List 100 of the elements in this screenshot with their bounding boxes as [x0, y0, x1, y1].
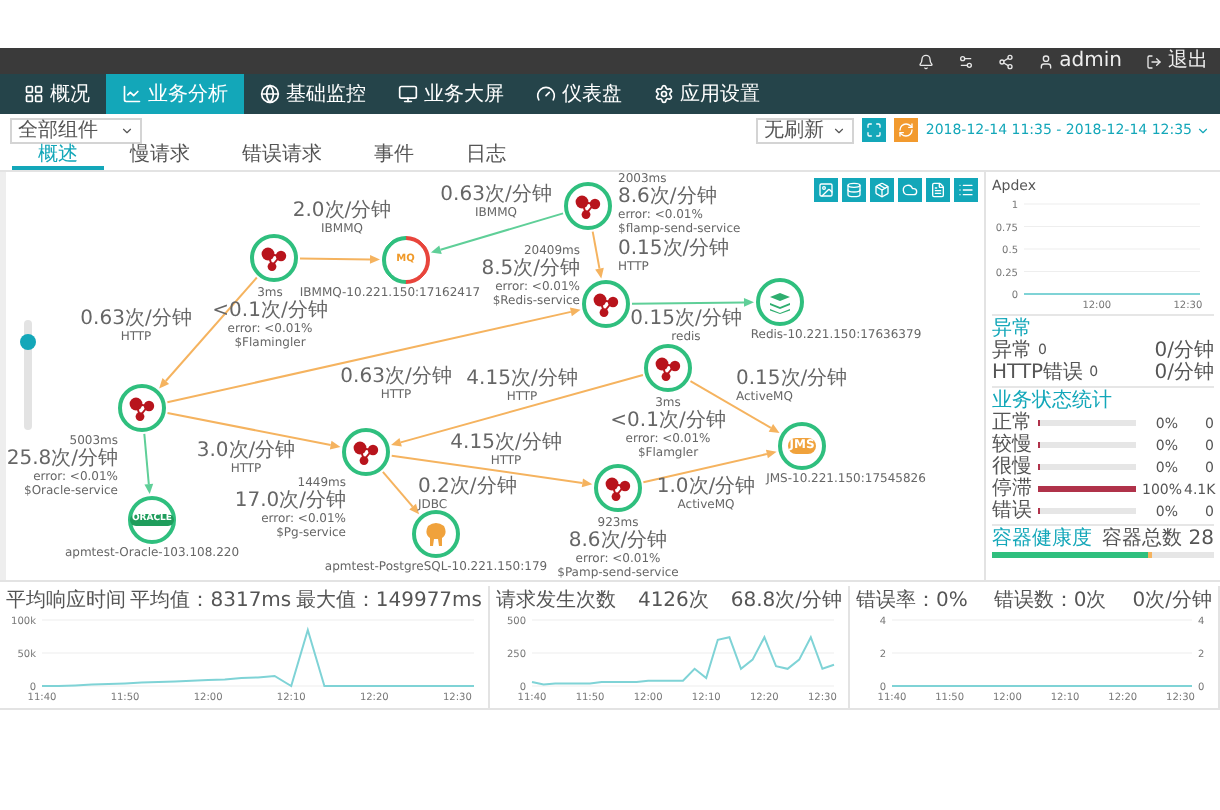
service-node[interactable] — [644, 344, 692, 392]
line-chart-icon — [122, 84, 142, 104]
node-metric: 25.8次/分钟 — [6, 448, 118, 470]
chart-stat: 4126次 — [637, 588, 709, 614]
refresh-icon — [897, 122, 914, 138]
tab[interactable]: 慢请求 — [104, 146, 216, 170]
resource-node[interactable] — [412, 510, 460, 558]
logout-icon[interactable] — [1146, 53, 1162, 69]
canvas-tool-button[interactable] — [842, 178, 866, 202]
row-rate: 0/分钟 — [1154, 340, 1214, 362]
canvas-tool-button[interactable] — [870, 178, 894, 202]
nav-item[interactable]: 仪表盘 — [520, 74, 638, 114]
refresh-button[interactable] — [893, 118, 918, 142]
sliders-icon[interactable] — [957, 53, 974, 69]
node-metric: 8.6次/分钟 — [618, 186, 717, 208]
graph-icon — [260, 245, 288, 271]
edge-rate: 2.0次/分钟 — [292, 200, 392, 222]
resource-node[interactable] — [756, 278, 804, 326]
graph-icon — [574, 193, 602, 219]
refresh-select[interactable]: 无刷新 — [755, 117, 854, 143]
component-select[interactable]: 全部组件 — [10, 117, 142, 143]
row-rate: 0/分钟 — [1154, 362, 1214, 384]
tab[interactable]: 错误请求 — [216, 146, 348, 170]
tab[interactable]: 事件 — [348, 146, 440, 170]
service-node[interactable] — [342, 428, 390, 476]
globe-icon — [260, 84, 280, 104]
chart-stat: 0次/分钟 — [1132, 587, 1212, 614]
edge-rate: 0.15次/分钟 — [618, 238, 730, 260]
edge-rate: 0.63次/分钟 — [440, 184, 552, 206]
node-metric: <0.1次/分钟 — [610, 410, 726, 432]
edge-rate: 3.0次/分钟 — [196, 440, 296, 462]
elephant-icon — [424, 521, 448, 547]
row-label: 异常 — [992, 340, 1032, 362]
chart-stat: 错误数：0次 — [993, 588, 1107, 614]
service-node[interactable] — [250, 234, 298, 282]
grid-icon — [24, 84, 44, 104]
caret-icon — [120, 123, 134, 137]
caret-icon — [1196, 123, 1210, 137]
service-node[interactable] — [564, 182, 612, 230]
row-label: 正常 — [992, 412, 1032, 434]
chart-title: 错误率：0% — [856, 587, 968, 614]
graph-icon — [604, 475, 632, 501]
slider-thumb[interactable] — [20, 334, 36, 350]
chart-stat: 最大值：149977ms — [295, 587, 482, 614]
container-total: 容器总数 28 — [1102, 528, 1214, 550]
row-label: 较慢 — [992, 434, 1032, 456]
section-title: 业务状态统计 — [992, 390, 1114, 412]
service-node[interactable] — [118, 384, 166, 432]
tab[interactable]: 日志 — [440, 146, 532, 170]
graph-icon — [592, 291, 620, 317]
chart-stat: 68.8次/分钟 — [730, 587, 842, 614]
graph-icon — [352, 439, 380, 465]
share-icon[interactable] — [997, 53, 1014, 69]
logout-link[interactable]: 退出 — [1168, 49, 1208, 73]
section-title: 异常 — [992, 318, 1034, 340]
edge-rate: 0.63次/分钟 — [340, 366, 452, 388]
user-icon — [1037, 53, 1054, 69]
caret-icon — [831, 123, 846, 137]
edge-rate: 0.63次/分钟 — [80, 308, 192, 330]
cloud-icon — [902, 182, 918, 198]
nav-item[interactable]: 概况 — [8, 74, 106, 114]
chart-title: 请求发生次数 — [496, 587, 616, 614]
gauge-icon — [536, 84, 556, 104]
canvas-tool-button[interactable] — [954, 178, 978, 202]
edge-rate: 1.0次/分钟 — [656, 476, 756, 498]
edge-rate: 4.15次/分钟 — [466, 368, 578, 390]
stack-icon — [768, 291, 792, 313]
settings-icon — [654, 84, 674, 104]
edge-rate: 4.15次/分钟 — [450, 432, 562, 454]
row-label: 很慢 — [992, 456, 1032, 478]
service-node[interactable] — [594, 464, 642, 512]
edge-rate: 0.2次/分钟 — [418, 476, 517, 498]
bell-icon[interactable] — [917, 53, 934, 69]
graph-icon — [128, 395, 156, 421]
node-metric: 8.6次/分钟 — [568, 530, 668, 552]
chart-title: 平均响应时间 — [6, 587, 126, 614]
expand-icon — [865, 122, 882, 138]
edge-rate: 0.15次/分钟 — [736, 368, 848, 390]
nav-item[interactable]: 基础监控 — [244, 74, 382, 114]
fullscreen-button[interactable] — [861, 118, 886, 142]
service-node[interactable] — [582, 280, 630, 328]
nav-item[interactable]: 业务大屏 — [382, 74, 520, 114]
document-icon — [930, 182, 946, 198]
monitor-icon — [398, 84, 418, 104]
image-icon — [818, 182, 834, 198]
row-label: 停滞 — [992, 478, 1032, 500]
package-icon — [874, 182, 890, 198]
node-metric: 17.0次/分钟 — [234, 490, 346, 512]
nav-item[interactable]: 应用设置 — [638, 74, 776, 114]
database-icon — [846, 182, 862, 198]
edge-rate: 0.15次/分钟 — [630, 308, 742, 330]
row-label: 错误 — [992, 500, 1032, 522]
canvas-tool-button[interactable] — [814, 178, 838, 202]
canvas-tool-button[interactable] — [926, 178, 950, 202]
section-title: 容器健康度 — [992, 528, 1094, 550]
canvas-tool-button[interactable] — [898, 178, 922, 202]
list-icon — [958, 182, 974, 198]
chart-stat: 平均值：8317ms — [130, 588, 292, 614]
user-name[interactable]: admin — [1059, 49, 1122, 73]
row-label: HTTP错误 — [992, 362, 1084, 384]
